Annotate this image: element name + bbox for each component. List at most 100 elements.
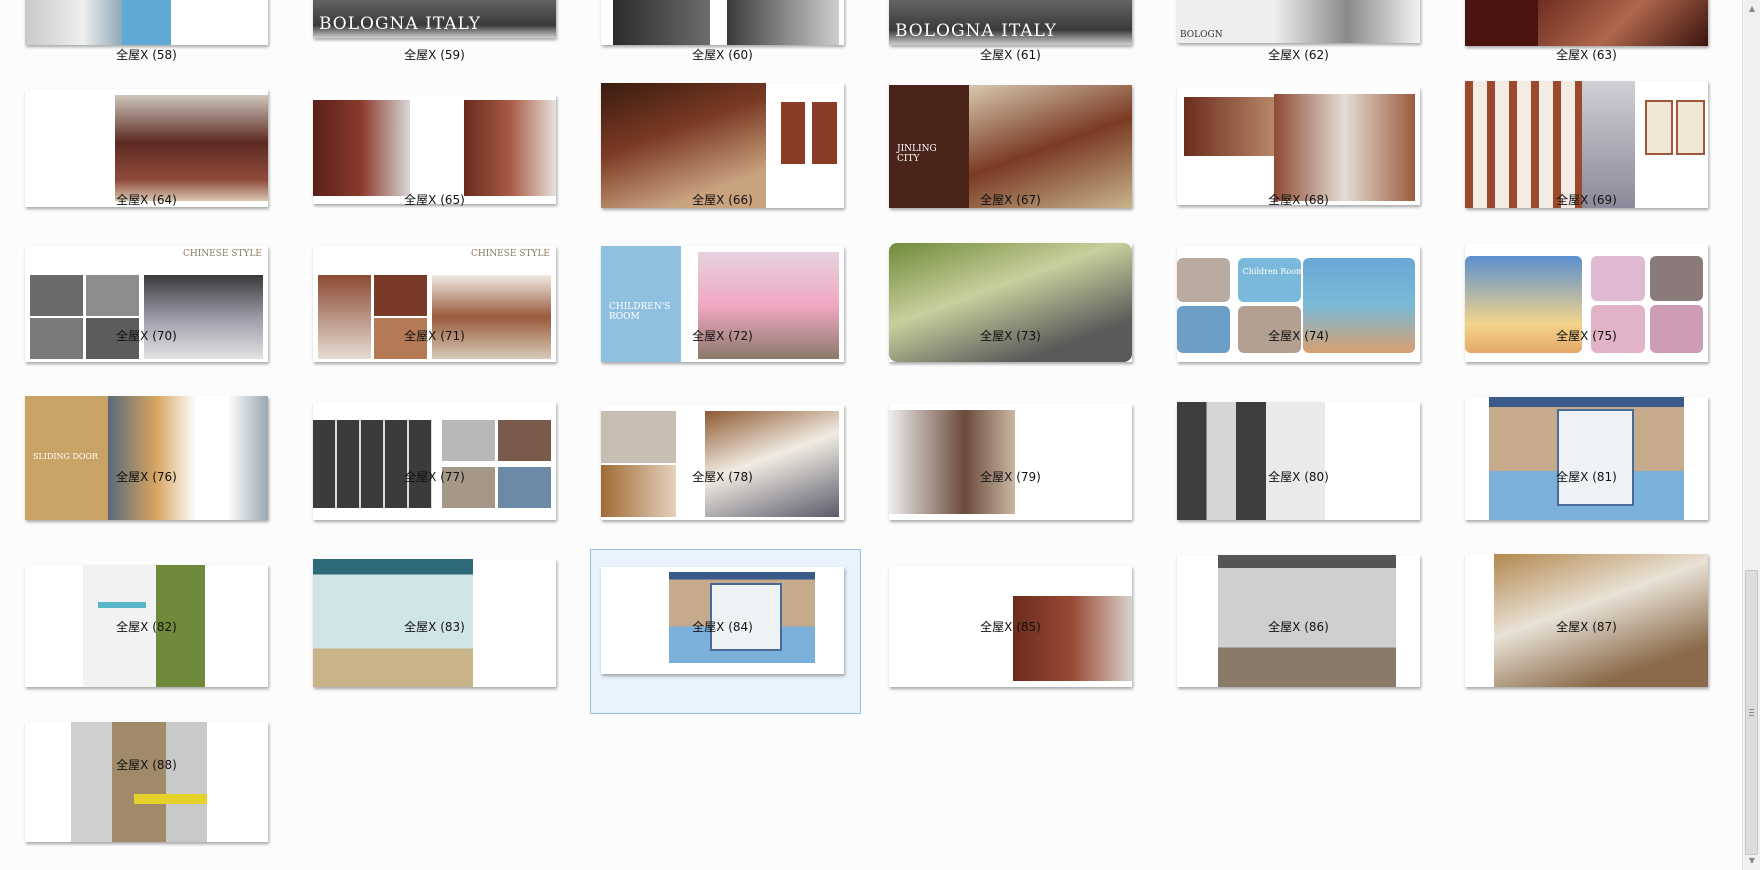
file-name-label: 全屋X (81): [1556, 470, 1617, 484]
photo-block: [969, 85, 1132, 208]
photo-block: [497, 419, 552, 461]
photo-block: [29, 275, 84, 316]
file-name-label: 全屋X (72): [692, 329, 753, 343]
thumbnail-image[interactable]: BOLOGNA ITALY: [889, 0, 1132, 45]
photo-block: [1465, 81, 1582, 208]
photo-block: [812, 101, 837, 165]
photo-block: [134, 794, 208, 804]
scroll-down-icon[interactable]: ▼: [1745, 854, 1759, 868]
thumbnail-image[interactable]: [313, 402, 556, 520]
file-name-label: 全屋X (71): [404, 329, 465, 343]
thumbnail-caption-art: BOLOGNA ITALY: [895, 21, 1057, 41]
vertical-scrollbar[interactable]: ▲ ▼: [1742, 0, 1760, 870]
thumbnail-image[interactable]: [1177, 88, 1420, 205]
thumbnail-image[interactable]: JINLING CITY: [889, 85, 1132, 208]
photo-block: [613, 0, 711, 45]
thumbnail-image[interactable]: BOLOGNA ITALY: [313, 0, 556, 38]
file-name-label: 全屋X (68): [1268, 193, 1329, 207]
photo-block: [1012, 596, 1132, 681]
photo-block: [107, 396, 268, 520]
photo-block: [601, 83, 767, 208]
file-name-label: 全屋X (87): [1556, 620, 1617, 634]
thumbnail-image[interactable]: CHINESE STYLE: [313, 246, 556, 362]
thumbnail-caption-art: BOLOGN: [1180, 30, 1223, 40]
file-name-label: 全屋X (88): [116, 758, 177, 772]
photo-block: [97, 601, 147, 608]
photo-block: [1644, 100, 1674, 155]
thumbnail-image[interactable]: [889, 243, 1132, 362]
photo-block: [373, 275, 428, 316]
thumbnail-image[interactable]: [1177, 402, 1420, 520]
file-name-label: 全屋X (85): [980, 620, 1041, 634]
photo-block: [1184, 97, 1277, 156]
thumbnail-image[interactable]: [25, 89, 268, 207]
photo-block: [1649, 255, 1704, 301]
file-name-label: 全屋X (79): [980, 470, 1041, 484]
photo-block: [71, 722, 208, 842]
thumbnail-image[interactable]: [1465, 81, 1708, 208]
photo-block: [1557, 409, 1635, 506]
file-name-label: 全屋X (64): [116, 193, 177, 207]
photo-block: [601, 410, 677, 463]
photo-block: [441, 419, 496, 461]
file-name-label: 全屋X (58): [116, 48, 177, 62]
thumbnail-image[interactable]: [889, 404, 1132, 520]
thumbnail-image[interactable]: [601, 83, 844, 208]
photo-block: [1177, 402, 1326, 520]
thumbnail-caption-art: CHILDREN'S ROOM: [609, 301, 671, 322]
photo-block: [705, 410, 840, 517]
thumbnail-image[interactable]: [1465, 244, 1708, 362]
photo-block: [317, 275, 372, 359]
photo-block: [313, 100, 411, 197]
file-name-label: 全屋X (59): [404, 48, 465, 62]
photo-block: [1465, 0, 1538, 46]
file-name-label: 全屋X (66): [692, 193, 753, 207]
thumbnail-image[interactable]: [1465, 0, 1708, 46]
file-name-label: 全屋X (62): [1268, 48, 1329, 62]
thumbnail-image[interactable]: SLIDING DOOR: [25, 396, 268, 520]
photo-block: [1177, 257, 1231, 302]
scrollbar-thumb[interactable]: [1745, 570, 1758, 855]
file-name-label: 全屋X (76): [116, 470, 177, 484]
file-name-label: 全屋X (78): [692, 470, 753, 484]
photo-block: [432, 275, 552, 359]
photo-block: [85, 275, 140, 316]
thumbnail-image[interactable]: [601, 0, 844, 45]
photo-block: [25, 0, 123, 45]
photo-block: [780, 101, 806, 165]
photo-block: [463, 100, 556, 197]
photo-block: [1237, 257, 1301, 302]
file-name-label: 全屋X (63): [1556, 48, 1617, 62]
photo-block: [122, 0, 171, 45]
file-name-label: 全屋X (84): [692, 620, 753, 634]
file-name-label: 全屋X (69): [1556, 193, 1617, 207]
photo-block: [1537, 0, 1708, 46]
thumbnail-view[interactable]: 全屋X (58) BOLOGNA ITALY 全屋X (59) 全屋X (60) BOL…: [0, 0, 1742, 870]
thumbnail-image[interactable]: [25, 722, 268, 842]
thumbnail-image[interactable]: CHINESE STYLE: [25, 246, 268, 362]
photo-block: [1274, 93, 1416, 202]
scroll-up-icon[interactable]: ▲: [1745, 2, 1759, 16]
photo-block: [144, 275, 264, 359]
file-name-label: 全屋X (65): [404, 193, 465, 207]
grip-line: [1749, 715, 1754, 716]
thumbnail-caption-art: BOLOGNA ITALY: [319, 14, 481, 34]
thumbnail-image[interactable]: [1465, 397, 1708, 520]
thumbnail-image[interactable]: [601, 405, 844, 520]
photo-block: [889, 243, 1132, 362]
thumbnail-image[interactable]: [25, 0, 268, 45]
photo-block: [1591, 255, 1645, 301]
photo-block: [1676, 100, 1705, 155]
photo-block: [1581, 81, 1636, 208]
thumbnail-image[interactable]: BOLOGN: [1177, 0, 1420, 43]
thumbnail-image[interactable]: Children Room: [1177, 246, 1420, 362]
thumbnail-image[interactable]: CHILDREN'S ROOM: [601, 246, 844, 362]
photo-block: [727, 0, 840, 45]
file-name-label: 全屋X (80): [1268, 470, 1329, 484]
file-name-label: 全屋X (61): [980, 48, 1041, 62]
grip-line: [1749, 709, 1754, 710]
file-name-label: 全屋X (74): [1268, 329, 1329, 343]
photo-block: [889, 409, 1016, 515]
photo-block: [114, 94, 268, 202]
thumbnail-image[interactable]: [313, 95, 556, 204]
